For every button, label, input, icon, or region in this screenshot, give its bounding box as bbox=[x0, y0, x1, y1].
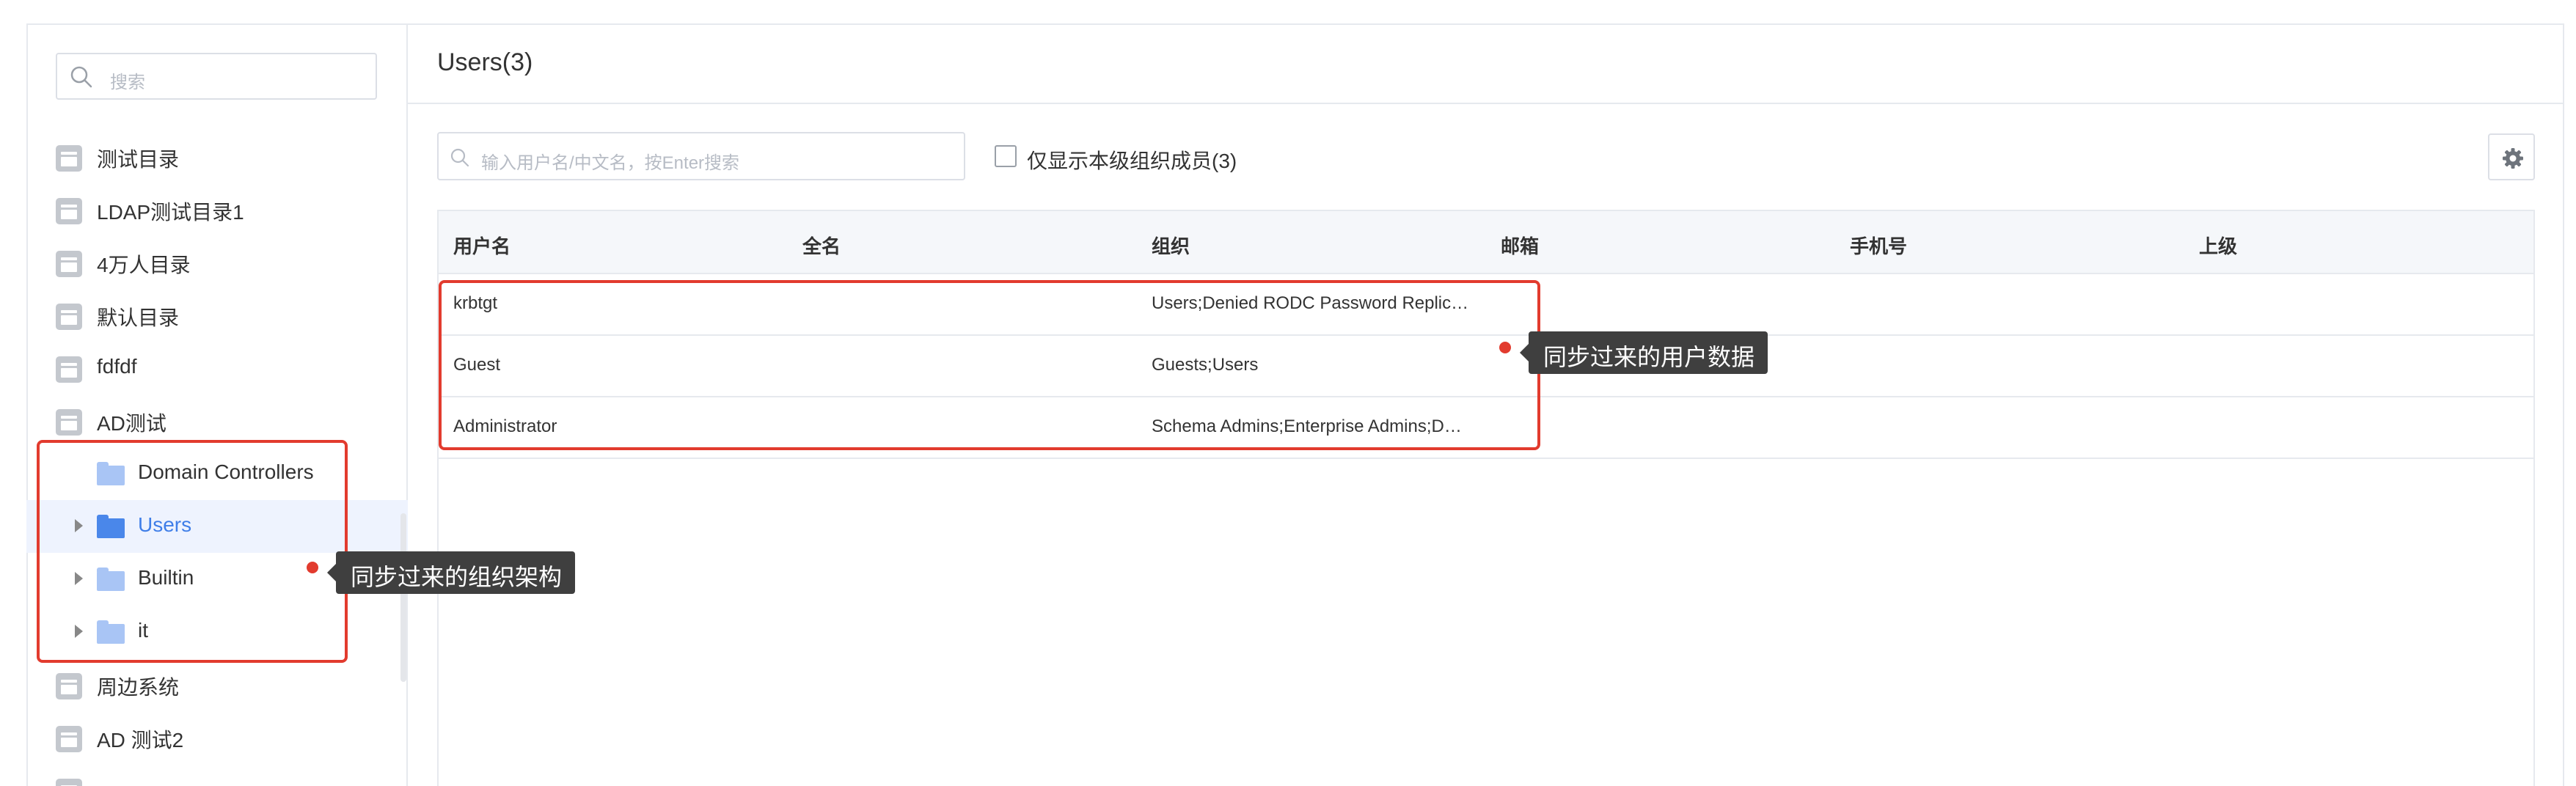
table-header: 用户名 全名 组织 邮箱 手机号 上级 bbox=[439, 211, 2533, 274]
sidebar-item-label: AD测试 bbox=[97, 412, 167, 435]
sidebar-item-label: 测试目录 bbox=[97, 148, 180, 171]
page-title: Users(3) bbox=[437, 48, 533, 76]
column-header-email[interactable]: 邮箱 bbox=[1501, 232, 1539, 259]
directory-icon bbox=[56, 673, 82, 699]
column-header-manager[interactable]: 上级 bbox=[2199, 232, 2237, 259]
sidebar-item-directory[interactable]: LDAP测试目录1 bbox=[26, 183, 408, 236]
column-header-phone[interactable]: 手机号 bbox=[1850, 232, 1907, 259]
sidebar-item-label: 默认目录 bbox=[97, 306, 180, 329]
sidebar-search-input[interactable]: 搜索 bbox=[56, 53, 377, 100]
directory-icon bbox=[56, 726, 82, 752]
sidebar-scrollbar[interactable] bbox=[400, 513, 406, 682]
column-header-fullname[interactable]: 全名 bbox=[802, 232, 841, 259]
user-search-input[interactable]: 输入用户名/中文名，按Enter搜索 bbox=[437, 132, 965, 180]
directory-icon bbox=[56, 779, 82, 786]
directory-icon bbox=[56, 251, 82, 277]
user-data-callout: 同步过来的用户数据 bbox=[1519, 331, 1768, 374]
sidebar-item-directory[interactable]: AD 测试2 bbox=[26, 711, 408, 764]
search-icon bbox=[70, 66, 92, 88]
column-header-username[interactable]: 用户名 bbox=[453, 232, 511, 259]
user-search-placeholder: 输入用户名/中文名，按Enter搜索 bbox=[481, 153, 740, 173]
direct-members-checkbox-label[interactable]: 仅显示本级组织成员(3) bbox=[1027, 145, 1237, 175]
sidebar-item-label: fdfdf bbox=[97, 355, 137, 378]
sidebar-item-label: 4万人目录 bbox=[97, 254, 191, 276]
annotation-dot bbox=[1499, 342, 1511, 353]
column-header-org[interactable]: 组织 bbox=[1152, 232, 1190, 259]
directory-icon bbox=[56, 198, 82, 224]
directory-icon bbox=[56, 145, 82, 172]
sidebar-item-directory[interactable]: 4万人目录 bbox=[26, 236, 408, 289]
sidebar-item-label: LDAP测试目录1 bbox=[97, 201, 244, 224]
sidebar-item-directory[interactable]: 默认目录 bbox=[26, 289, 408, 342]
sidebar-item-label: 周边系统 bbox=[97, 676, 180, 699]
user-data-highlight bbox=[439, 280, 1540, 450]
annotation-dot bbox=[307, 562, 318, 573]
header-divider bbox=[408, 103, 2564, 104]
directory-icon bbox=[56, 304, 82, 330]
directory-icon bbox=[56, 356, 82, 383]
sidebar-search-placeholder: 搜索 bbox=[110, 73, 145, 92]
search-icon bbox=[450, 148, 469, 167]
org-structure-callout: 同步过来的组织架构 bbox=[326, 551, 576, 594]
direct-members-checkbox[interactable] bbox=[995, 145, 1017, 167]
sidebar-item-label: AD 测试2 bbox=[97, 729, 184, 752]
gear-icon bbox=[2503, 148, 2523, 169]
directory-icon bbox=[56, 409, 82, 436]
sidebar-item-directory[interactable]: 周边系统 bbox=[26, 658, 408, 711]
org-structure-highlight bbox=[37, 440, 348, 663]
column-settings-button[interactable] bbox=[2488, 133, 2535, 180]
sidebar-item-directory-partial[interactable] bbox=[26, 764, 408, 786]
sidebar-item-directory[interactable]: fdfdf bbox=[26, 342, 408, 394]
sidebar-item-directory[interactable]: 测试目录 bbox=[26, 131, 408, 183]
